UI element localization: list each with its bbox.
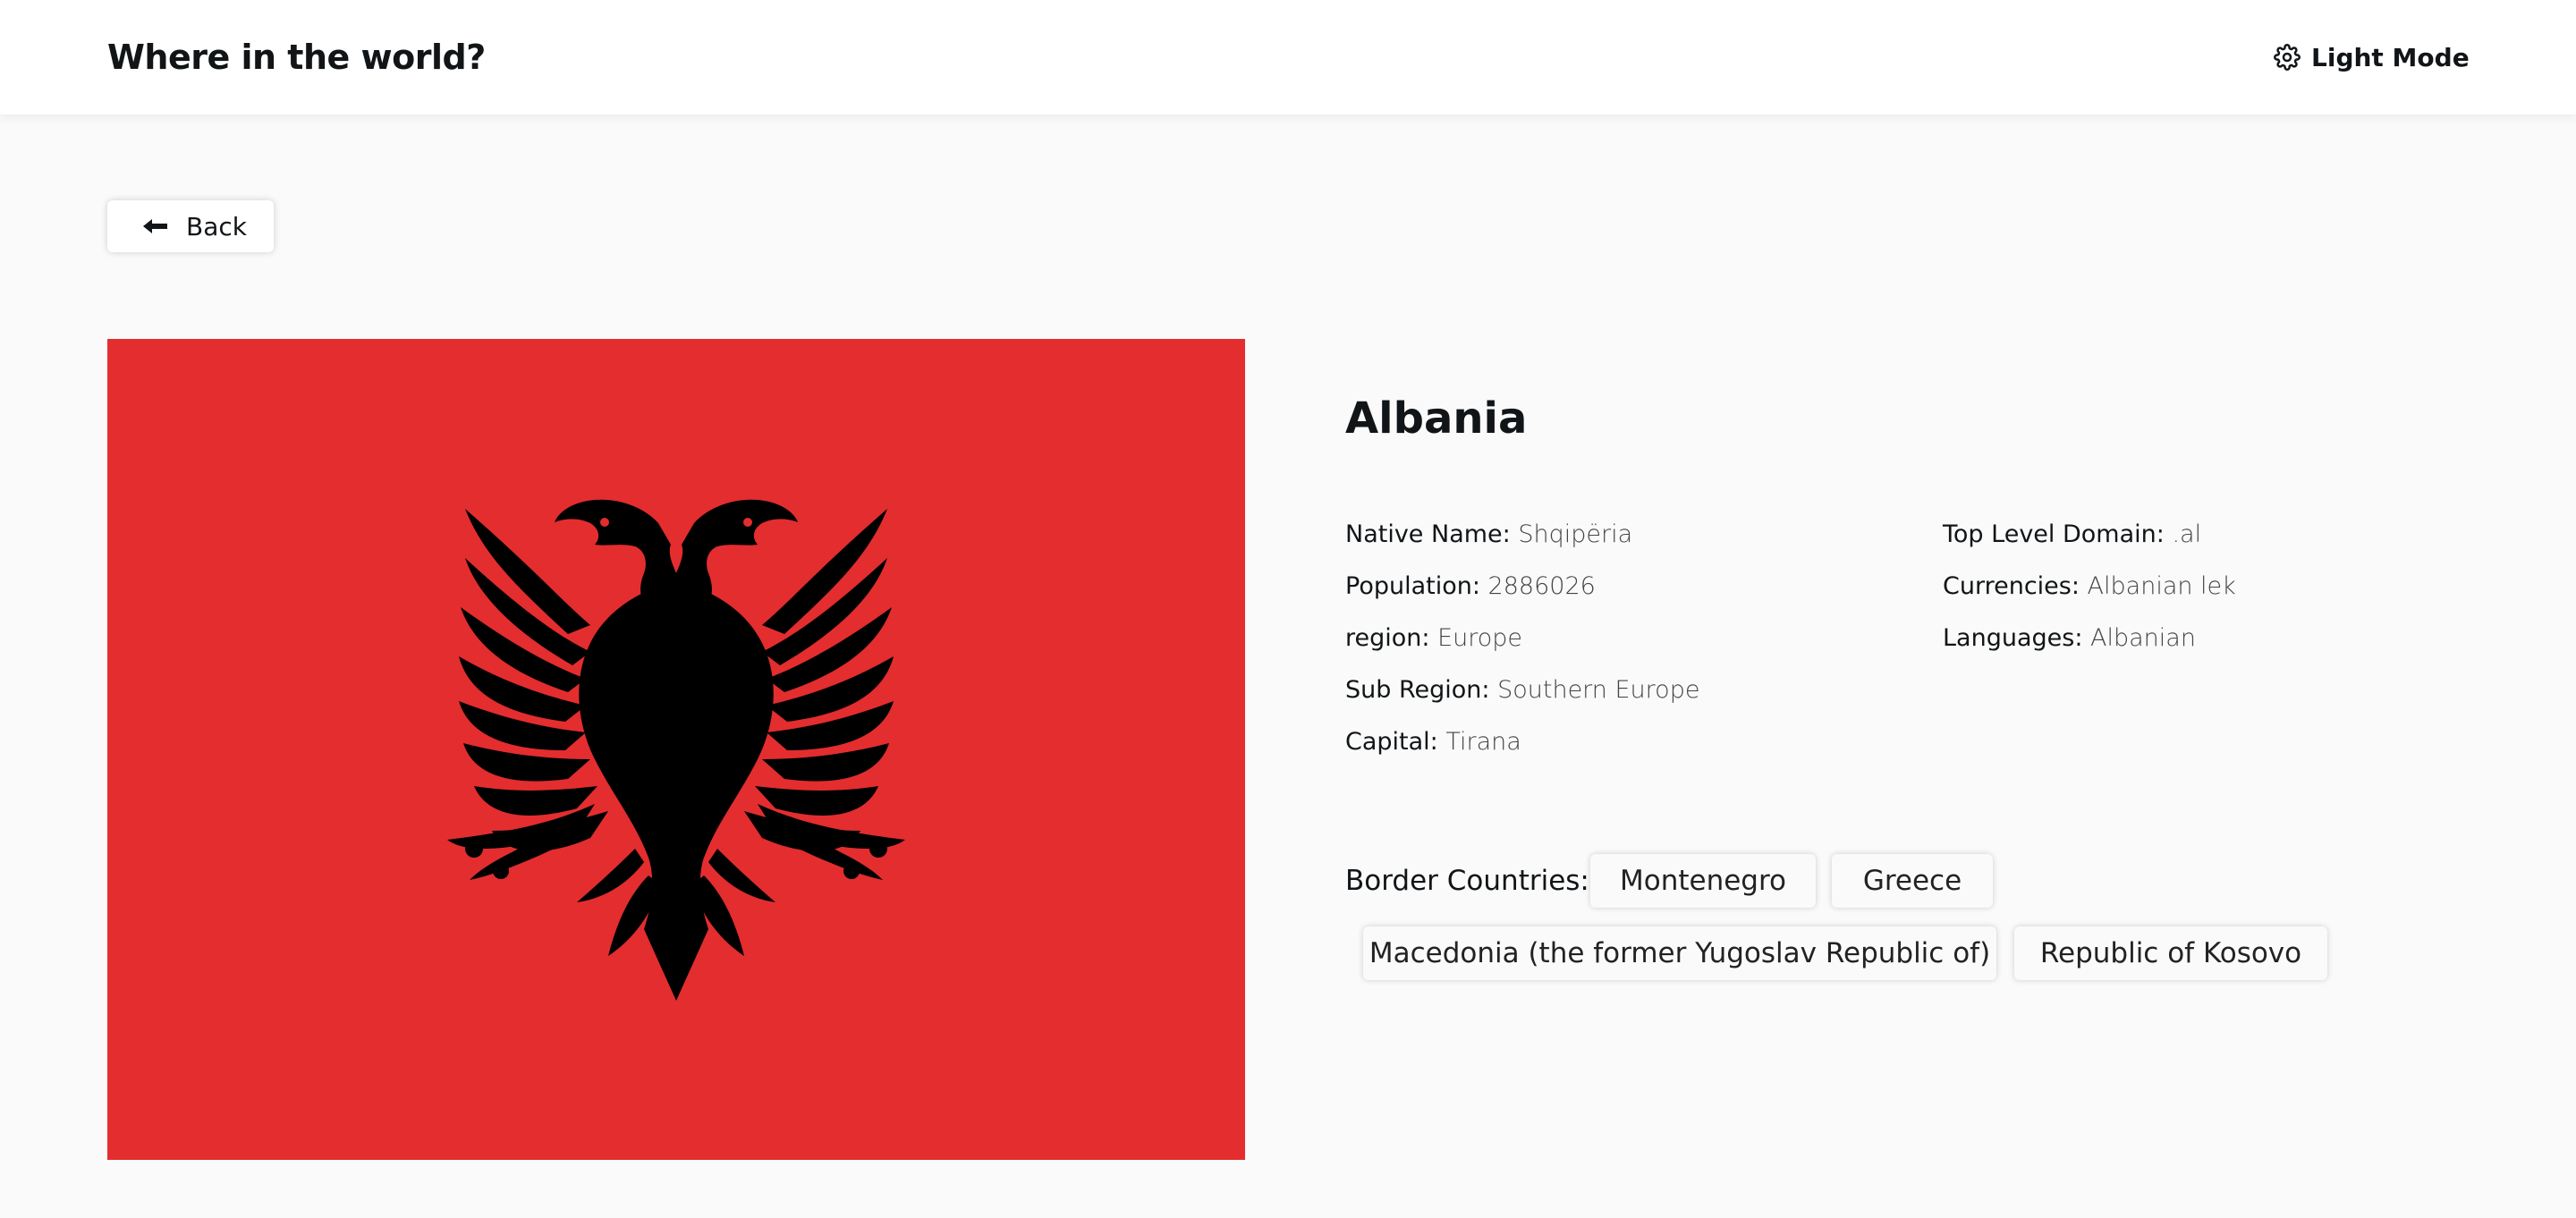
- albania-eagle-emblem: [447, 499, 905, 1001]
- border-countries-label: Border Countries:: [1345, 865, 1589, 897]
- border-country-chip[interactable]: Macedonia (the former Yugoslav Republic …: [1363, 926, 1996, 980]
- detail-value: .al: [2172, 520, 2202, 548]
- border-country-chip[interactable]: Republic of Kosovo: [2014, 926, 2327, 980]
- back-button-label: Back: [186, 211, 247, 241]
- detail-value: Southern Europe: [1497, 676, 1700, 704]
- arrow-left-icon: [143, 217, 168, 235]
- detail-key: Capital:: [1345, 728, 1438, 756]
- detail-value: Shqipëria: [1518, 520, 1633, 548]
- detail-row: Native Name: Shqipëria: [1345, 517, 1632, 553]
- detail-key: Languages:: [1943, 624, 2083, 652]
- border-country-chip[interactable]: Montenegro: [1590, 854, 1816, 908]
- detail-row: Population: 2886026: [1345, 569, 1596, 605]
- country-flag-image: [107, 339, 1245, 1160]
- gear-icon: [2274, 44, 2301, 71]
- detail-row: Top Level Domain: .al: [1943, 517, 2201, 553]
- theme-toggle-label: Light Mode: [2311, 42, 2470, 72]
- detail-value: Albanian: [2090, 624, 2196, 652]
- detail-value: Albanian lek: [2087, 572, 2236, 600]
- country-name: Albania: [1345, 393, 1528, 444]
- detail-row: Currencies: Albanian lek: [1943, 569, 2236, 605]
- detail-value: Europe: [1437, 624, 1523, 652]
- theme-toggle-button[interactable]: Light Mode: [2274, 38, 2470, 77]
- detail-key: region:: [1345, 624, 1430, 652]
- app-header: Where in the world? Light Mode: [0, 0, 2576, 114]
- back-button[interactable]: Back: [107, 200, 274, 252]
- detail-row: region: Europe: [1345, 621, 1522, 656]
- detail-key: Sub Region:: [1345, 676, 1490, 704]
- detail-value: Tirana: [1445, 728, 1521, 756]
- app-title: Where in the world?: [107, 38, 486, 77]
- detail-value: 2886026: [1487, 572, 1596, 600]
- detail-key: Population:: [1345, 572, 1480, 600]
- detail-key: Top Level Domain:: [1943, 520, 2165, 548]
- detail-row: Languages: Albanian: [1943, 621, 2196, 656]
- detail-key: Native Name:: [1345, 520, 1511, 548]
- border-country-chip[interactable]: Greece: [1832, 854, 1993, 908]
- detail-key: Currencies:: [1943, 572, 2080, 600]
- detail-row: Sub Region: Southern Europe: [1345, 672, 1699, 708]
- detail-row: Capital: Tirana: [1345, 724, 1521, 760]
